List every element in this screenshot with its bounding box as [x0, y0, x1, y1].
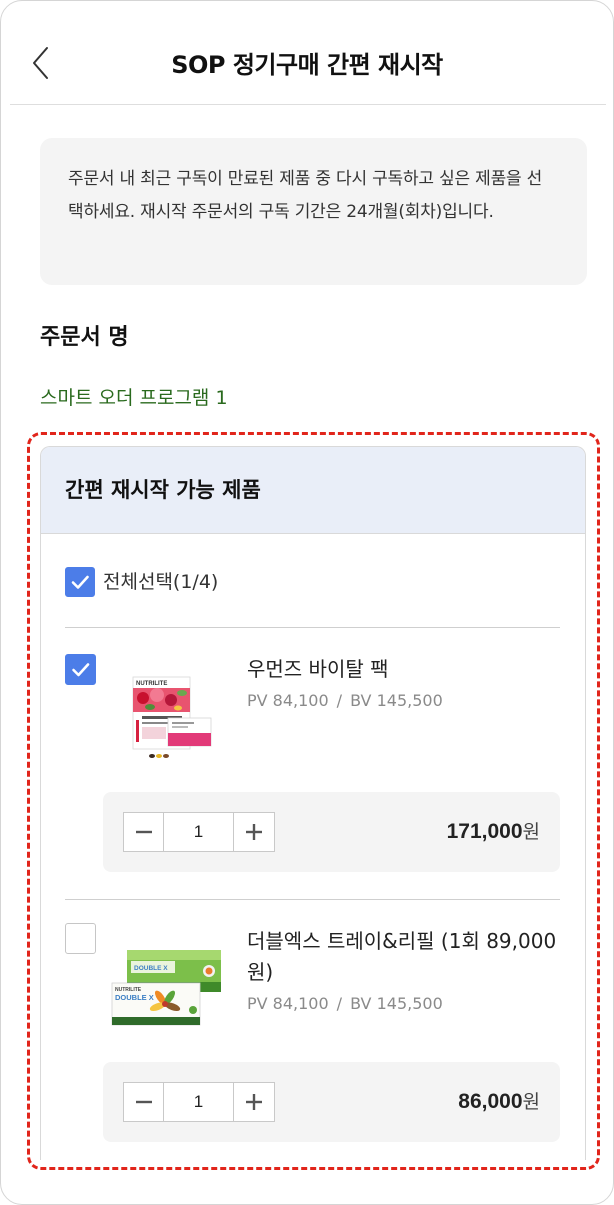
- select-all-label: 전체선택(1/4): [103, 571, 219, 593]
- plus-icon: [246, 824, 262, 840]
- header-divider: [10, 104, 606, 105]
- back-button[interactable]: [26, 44, 56, 84]
- product-points: PV 84,100 / BV 145,500: [247, 688, 559, 714]
- points-separator: /: [336, 994, 343, 1013]
- quantity-stepper: [123, 812, 275, 852]
- select-all-row[interactable]: 전체선택(1/4): [65, 567, 218, 597]
- check-icon: [71, 575, 89, 589]
- product-points: PV 84,100 / BV 145,500: [247, 991, 559, 1017]
- price-currency: 원: [522, 1091, 540, 1113]
- product-name: 우먼즈 바이탈 팩: [247, 657, 389, 681]
- product-checkbox[interactable]: [65, 654, 96, 685]
- page-title: SOP 정기구매 간편 재시작: [171, 51, 443, 79]
- product-pv: PV 84,100: [247, 994, 329, 1013]
- product-price: 171,000원: [447, 792, 540, 873]
- quantity-input[interactable]: [164, 813, 233, 851]
- product-bv: BV 145,500: [350, 994, 443, 1013]
- check-icon: [72, 663, 90, 677]
- order-name-value: 스마트 오더 프로그램 1: [40, 387, 228, 409]
- product-image: NUTRILITE: [132, 676, 212, 758]
- price-amount: 171,000: [446, 820, 523, 843]
- product-price: 86,000원: [458, 1062, 540, 1143]
- product-info: 더블엑스 트레이&리필 (1회 89,000원) PV 84,100 / BV 14…: [247, 926, 559, 1017]
- price-amount: 86,000: [458, 1090, 523, 1113]
- minus-icon: [135, 830, 152, 834]
- minus-icon: [135, 1100, 152, 1104]
- product-image: DOUBLE X NUTRILITE DOUBLE X: [111, 950, 221, 1026]
- select-all-checkbox[interactable]: [65, 567, 95, 597]
- card-title: 간편 재시작 가능 제품: [65, 478, 261, 502]
- card-header: 간편 재시작 가능 제품: [41, 447, 585, 534]
- product-pv: PV 84,100: [247, 691, 329, 710]
- product-checkbox[interactable]: [65, 923, 96, 954]
- price-currency: 원: [522, 821, 540, 843]
- quantity-stepper: [123, 1082, 275, 1122]
- quantity-price-box: 171,000원: [103, 792, 560, 872]
- points-separator: /: [336, 691, 343, 710]
- restartable-products-card: 간편 재시작 가능 제품 전체선택(1/4) NUTRILITE 우먼즈 바이탈…: [40, 446, 586, 1160]
- product-name: 더블엑스 트레이&리필 (1회 89,000원): [247, 929, 557, 984]
- svg-text:NUTRILITE: NUTRILITE: [136, 681, 167, 687]
- quantity-input[interactable]: [164, 1083, 233, 1121]
- product-info: 우먼즈 바이탈 팩 PV 84,100 / BV 145,500: [247, 654, 559, 714]
- plus-icon: [246, 1094, 262, 1110]
- chevron-left-icon: [33, 47, 48, 79]
- product-bv: BV 145,500: [350, 691, 443, 710]
- increase-quantity-button[interactable]: [233, 1083, 274, 1121]
- decrease-quantity-button[interactable]: [124, 813, 164, 851]
- product-item: DOUBLE X NUTRILITE DOUBLE X 더블엑스 트레이&리필 …: [41, 900, 585, 1160]
- notice-box: 주문서 내 최근 구독이 만료된 제품 중 다시 구독하고 싶은 제품을 선택하…: [40, 138, 587, 285]
- quantity-price-box: 86,000원: [103, 1062, 560, 1142]
- svg-text:DOUBLE X: DOUBLE X: [115, 993, 154, 1002]
- product-item: NUTRILITE 우먼즈 바이탈 팩 PV 84,100 / BV 145,500: [41, 628, 585, 899]
- increase-quantity-button[interactable]: [233, 813, 274, 851]
- decrease-quantity-button[interactable]: [124, 1083, 164, 1121]
- svg-text:DOUBLE X: DOUBLE X: [134, 965, 168, 972]
- notice-text: 주문서 내 최근 구독이 만료된 제품 중 다시 구독하고 싶은 제품을 선택하…: [68, 169, 543, 222]
- order-name-label: 주문서 명: [40, 325, 129, 350]
